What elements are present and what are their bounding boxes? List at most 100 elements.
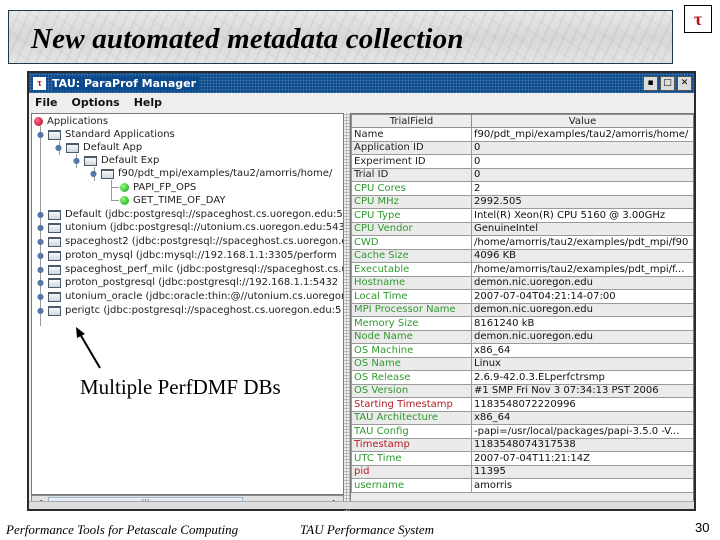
tree-node-trial[interactable]: ● f90/pdt_mpi/examples/tau2/amorris/home…	[89, 167, 332, 180]
table-row[interactable]: Timestamp 1183548074317538	[351, 437, 693, 452]
table-row[interactable]: CPU Cores 2	[351, 181, 693, 196]
column-header-value[interactable]: Value	[471, 114, 693, 128]
table-row[interactable]: CPU MHz 2992.505	[351, 194, 693, 209]
table-row[interactable]: Hostname demon.nic.uoregon.edu	[351, 275, 693, 290]
expand-handle-icon[interactable]: ●	[36, 237, 45, 246]
trial-field-cell[interactable]: Application ID	[351, 140, 472, 155]
trial-field-cell[interactable]: username	[351, 478, 472, 493]
tree-node-db-utonium[interactable]: ● utonium (jdbc:postgresql://utonium.cs.…	[36, 221, 343, 234]
table-row[interactable]: MPI Processor Name demon.nic.uoregon.edu	[351, 302, 693, 317]
maximize-button[interactable]: □	[660, 75, 675, 91]
trial-field-cell[interactable]: OS Release	[351, 370, 472, 385]
value-cell[interactable]: GenuineIntel	[471, 221, 693, 236]
expand-handle-icon[interactable]: ●	[36, 265, 45, 274]
table-row[interactable]: Starting Timestamp 1183548072220996	[351, 397, 693, 412]
table-row[interactable]: OS Release 2.6.9-42.0.3.ELperfctrsmp	[351, 370, 693, 385]
trial-field-cell[interactable]: CWD	[351, 235, 472, 250]
tree-node-db-spaceghost2[interactable]: ● spaceghost2 (jdbc:postgresql://spacegh…	[36, 235, 343, 248]
table-row[interactable]: CPU Vendor GenuineIntel	[351, 221, 693, 236]
value-cell[interactable]: 2	[471, 181, 693, 196]
trial-field-cell[interactable]: CPU Vendor	[351, 221, 472, 236]
trial-field-cell[interactable]: Experiment ID	[351, 154, 472, 169]
value-cell[interactable]: Linux	[471, 356, 693, 371]
trial-field-cell[interactable]: Executable	[351, 262, 472, 277]
value-cell[interactable]: 1183548072220996	[471, 397, 693, 412]
minimize-button[interactable]: ▪	[643, 75, 658, 91]
value-cell[interactable]: -papi=/usr/local/packages/papi-3.5.0 -V.…	[471, 424, 693, 439]
table-row[interactable]: OS Machine x86_64	[351, 343, 693, 358]
expand-handle-icon[interactable]: ●	[36, 278, 45, 287]
table-row[interactable]: UTC Time 2007-07-04T11:21:14Z	[351, 451, 693, 466]
trial-field-cell[interactable]: CPU Type	[351, 208, 472, 223]
expand-handle-icon[interactable]: ●	[36, 306, 45, 315]
tree-node-metric-papi-fp-ops[interactable]: PAPI_FP_OPS	[120, 181, 196, 194]
trial-field-cell[interactable]: OS Name	[351, 356, 472, 371]
table-row[interactable]: Name f90/pdt_mpi/examples/tau2/amorris/ho…	[351, 127, 693, 142]
table-row[interactable]: TAU Config -papi=/usr/local/packages/papi…	[351, 424, 693, 439]
value-cell[interactable]: 8161240 kB	[471, 316, 693, 331]
table-row[interactable]: username amorris	[351, 478, 693, 493]
menu-options[interactable]: Options	[72, 96, 120, 109]
table-row[interactable]: OS Version #1 SMP Fri Nov 3 07:34:13 PST …	[351, 383, 693, 398]
table-row[interactable]: Executable/home/amorris/tau2/examples/pd…	[351, 262, 693, 277]
value-cell[interactable]: 0	[471, 140, 693, 155]
table-row[interactable]: Application ID 0	[351, 140, 693, 155]
tree-node-standard-applications[interactable]: ● Standard Applications	[36, 128, 175, 141]
value-cell[interactable]: 11395	[471, 464, 693, 479]
trial-field-cell[interactable]: OS Machine	[351, 343, 472, 358]
close-button[interactable]: ✕	[677, 75, 692, 91]
tree-root-applications[interactable]: Applications	[34, 115, 108, 128]
tree-node-metric-get-time-of-day[interactable]: GET_TIME_OF_DAY	[120, 194, 226, 207]
expand-handle-icon[interactable]: ●	[36, 210, 45, 219]
trial-field-cell[interactable]: pid	[351, 464, 472, 479]
expand-handle-icon[interactable]: ●	[36, 251, 45, 260]
value-cell[interactable]: 4096 KB	[471, 248, 693, 263]
trial-field-cell[interactable]: Timestamp	[351, 437, 472, 452]
value-cell[interactable]: /home/amorris/tau2/examples/pdt_mpi/f90	[471, 235, 693, 250]
tree-node-db-perigtc[interactable]: ● perigtc (jdbc:postgresql://spaceghost.…	[36, 304, 341, 317]
expand-handle-icon[interactable]: ●	[72, 156, 81, 165]
menu-help[interactable]: Help	[134, 96, 162, 109]
trial-field-cell[interactable]: MPI Processor Name	[351, 302, 472, 317]
expand-handle-icon[interactable]: ●	[89, 169, 98, 178]
table-row[interactable]: Trial ID 0	[351, 167, 693, 182]
menu-file[interactable]: File	[35, 96, 58, 109]
value-cell[interactable]: demon.nic.uoregon.edu	[471, 329, 693, 344]
value-cell[interactable]: x86_64	[471, 410, 693, 425]
table-row[interactable]: Local Time 2007-07-04T04:21:14-07:00	[351, 289, 693, 304]
tree-node-db-proton-postgresql[interactable]: ● proton_postgresql (jdbc:postgresql://1…	[36, 276, 338, 289]
value-cell[interactable]: 0	[471, 167, 693, 182]
tree-node-db-utonium-oracle[interactable]: ● utonium_oracle (jdbc:oracle:thin:@//ut…	[36, 290, 343, 303]
value-cell[interactable]: 2.6.9-42.0.3.ELperfctrsmp	[471, 370, 693, 385]
trial-field-cell[interactable]: Starting Timestamp	[351, 397, 472, 412]
value-cell[interactable]: 2992.505	[471, 194, 693, 209]
value-cell[interactable]: /home/amorris/tau2/examples/pdt_mpi/f...	[471, 262, 693, 277]
table-row[interactable]: CWD/home/amorris/tau2/examples/pdt_mpi/f…	[351, 235, 693, 250]
window-titlebar[interactable]: τ TAU: ParaProf Manager ▪ □ ✕	[29, 73, 694, 93]
trial-field-cell[interactable]: TAU Architecture	[351, 410, 472, 425]
trial-field-cell[interactable]: Node Name	[351, 329, 472, 344]
table-row[interactable]: pid 11395	[351, 464, 693, 479]
table-row[interactable]: OS Name Linux	[351, 356, 693, 371]
trial-field-cell[interactable]: CPU MHz	[351, 194, 472, 209]
value-cell[interactable]: f90/pdt_mpi/examples/tau2/amorris/home/	[471, 127, 693, 142]
table-row[interactable]: Node Name demon.nic.uoregon.edu	[351, 329, 693, 344]
trial-field-cell[interactable]: Name	[351, 127, 472, 142]
trial-field-cell[interactable]: Local Time	[351, 289, 472, 304]
value-cell[interactable]: 0	[471, 154, 693, 169]
trial-field-cell[interactable]: Memory Size	[351, 316, 472, 331]
tree-node-db-spaceghost-perf-milc[interactable]: ● spaceghost_perf_milc (jdbc:postgresql:…	[36, 263, 343, 276]
column-header-trialfield[interactable]: TrialField	[351, 114, 472, 128]
table-row[interactable]: Memory Size 8161240 kB	[351, 316, 693, 331]
trial-field-cell[interactable]: CPU Cores	[351, 181, 472, 196]
table-row[interactable]: TAU Architecture x86_64	[351, 410, 693, 425]
trial-field-cell[interactable]: Cache Size	[351, 248, 472, 263]
tree-node-default-app[interactable]: ● Default App	[54, 141, 142, 154]
table-row[interactable]: Cache Size 4096 KB	[351, 248, 693, 263]
expand-handle-icon[interactable]: ●	[36, 223, 45, 232]
trial-field-cell[interactable]: Trial ID	[351, 167, 472, 182]
expand-handle-icon[interactable]: ●	[54, 143, 63, 152]
value-cell[interactable]: 2007-07-04T11:21:14Z	[471, 451, 693, 466]
value-cell[interactable]: demon.nic.uoregon.edu	[471, 302, 693, 317]
expand-handle-icon[interactable]: ●	[36, 130, 45, 139]
